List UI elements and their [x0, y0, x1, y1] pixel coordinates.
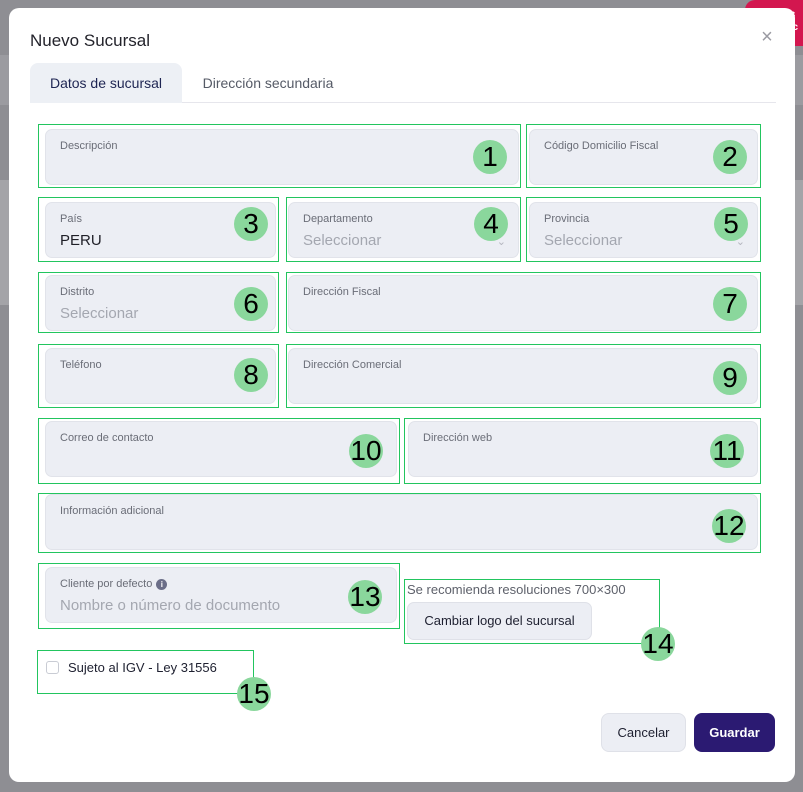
annotation-number: 4: [474, 207, 508, 241]
annotation-number: 11: [710, 434, 744, 468]
annotation-box: [38, 124, 521, 188]
annotation-number: 5: [714, 207, 748, 241]
tab-datos-sucursal[interactable]: Datos de sucursal: [30, 63, 182, 103]
tab-bar: Datos de sucursal Dirección secundaria: [30, 63, 776, 103]
annotation-box: [404, 418, 761, 484]
annotation-box: [286, 272, 761, 333]
annotation-number: 6: [234, 287, 268, 321]
annotation-number: 8: [234, 358, 268, 392]
close-icon[interactable]: ×: [758, 27, 776, 47]
annotation-number: 2: [713, 140, 747, 174]
annotation-number: 14: [641, 627, 675, 661]
modal-title: Nuevo Sucursal: [30, 31, 151, 50]
annotation-number: 12: [712, 509, 746, 543]
annotation-box: [38, 563, 400, 629]
save-button[interactable]: Guardar: [694, 713, 775, 752]
annotation-box: [38, 418, 400, 484]
annotation-number: 1: [473, 140, 507, 174]
annotation-number: 15: [237, 677, 271, 711]
cancel-button[interactable]: Cancelar: [601, 713, 686, 752]
annotation-box: [38, 493, 761, 553]
annotation-box: [286, 344, 761, 408]
annotation-box: [37, 650, 254, 694]
annotation-number: 9: [713, 361, 747, 395]
annotation-number: 13: [348, 580, 382, 614]
annotation-number: 3: [234, 207, 268, 241]
annotation-box: [404, 579, 660, 644]
tab-direccion-secundaria[interactable]: Dirección secundaria: [190, 63, 346, 103]
annotation-number: 10: [349, 434, 383, 468]
annotation-number: 7: [713, 287, 747, 321]
